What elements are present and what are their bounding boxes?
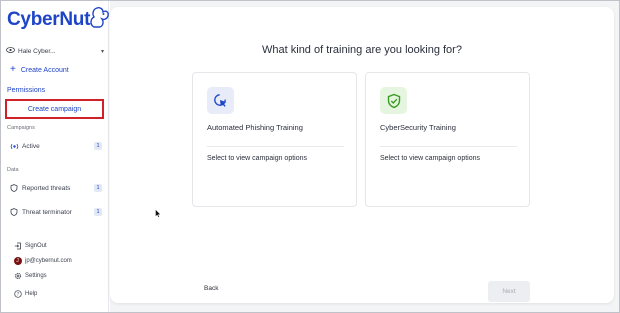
card-subtitle: Select to view campaign options [380, 155, 480, 162]
count-badge: 1 [94, 142, 102, 150]
shield-icon [9, 184, 19, 192]
card-title: CyberSecurity Training [380, 123, 456, 132]
permissions-link[interactable]: Permissions [7, 87, 45, 94]
settings-label: Settings [25, 273, 47, 279]
divider [207, 146, 344, 147]
user-account[interactable]: J jp@cybernut.com [13, 256, 72, 266]
help-icon: ? [13, 290, 22, 298]
org-selector[interactable]: Hale Cyber... ▾ [6, 45, 104, 57]
signout-link[interactable]: SignOut [13, 241, 47, 251]
gear-icon [13, 272, 22, 280]
next-button[interactable]: Next [488, 281, 530, 302]
org-selector-label: Hale Cyber... [18, 47, 56, 55]
sidebar-item-active[interactable]: Active 1 [9, 141, 102, 151]
create-campaign-button[interactable]: Create campaign [5, 99, 104, 119]
brand-logo[interactable]: CyberNut [7, 7, 110, 33]
sidebar-item-label: Threat terminator [22, 208, 72, 216]
plus-icon: + [10, 64, 16, 75]
card-cybersecurity-training[interactable]: CyberSecurity Training Select to view ca… [365, 72, 530, 207]
help-link[interactable]: ? Help [13, 289, 37, 299]
main-area: What kind of training are you looking fo… [110, 1, 619, 312]
divider [380, 146, 517, 147]
create-account-label: Create Account [20, 66, 69, 74]
sidebar-item-threat-terminator[interactable]: Threat terminator 1 [9, 207, 102, 217]
brand-name: CyberNut [7, 9, 91, 30]
shield-check-icon [380, 87, 407, 114]
sidebar-item-label: Reported threats [22, 184, 71, 192]
create-account-link[interactable]: + Create Account [10, 64, 69, 75]
page-title: What kind of training are you looking fo… [262, 44, 462, 56]
squirrel-icon [90, 7, 110, 28]
settings-link[interactable]: Settings [13, 271, 47, 281]
eye-icon [6, 47, 15, 55]
count-badge: 1 [94, 184, 102, 192]
card-subtitle: Select to view campaign options [207, 155, 307, 162]
card-automated-phishing-training[interactable]: Automated Phishing Training Select to vi… [192, 72, 357, 207]
training-type-panel: What kind of training are you looking fo… [110, 7, 614, 303]
shield-icon [9, 208, 19, 216]
cursor-click-icon [207, 87, 234, 114]
user-email: jp@cybernut.com [25, 258, 72, 264]
back-button[interactable]: Back [198, 282, 224, 295]
data-section-label: Data [7, 167, 19, 173]
broadcast-icon [9, 143, 19, 150]
signout-label: SignOut [25, 243, 47, 249]
avatar: J [13, 257, 22, 265]
sidebar-item-reported-threats[interactable]: Reported threats 1 [9, 183, 102, 193]
campaigns-section-label: Campaigns [7, 125, 35, 131]
sidebar: CyberNut Hale Cyber... ▾ + Create Accoun… [1, 1, 110, 312]
count-badge: 1 [94, 208, 102, 216]
signout-icon [13, 242, 22, 250]
help-label: Help [25, 291, 38, 297]
card-title: Automated Phishing Training [207, 123, 303, 132]
mouse-cursor-icon [155, 205, 161, 223]
chevron-down-icon: ▾ [100, 48, 104, 55]
sidebar-item-label: Active [22, 142, 40, 150]
